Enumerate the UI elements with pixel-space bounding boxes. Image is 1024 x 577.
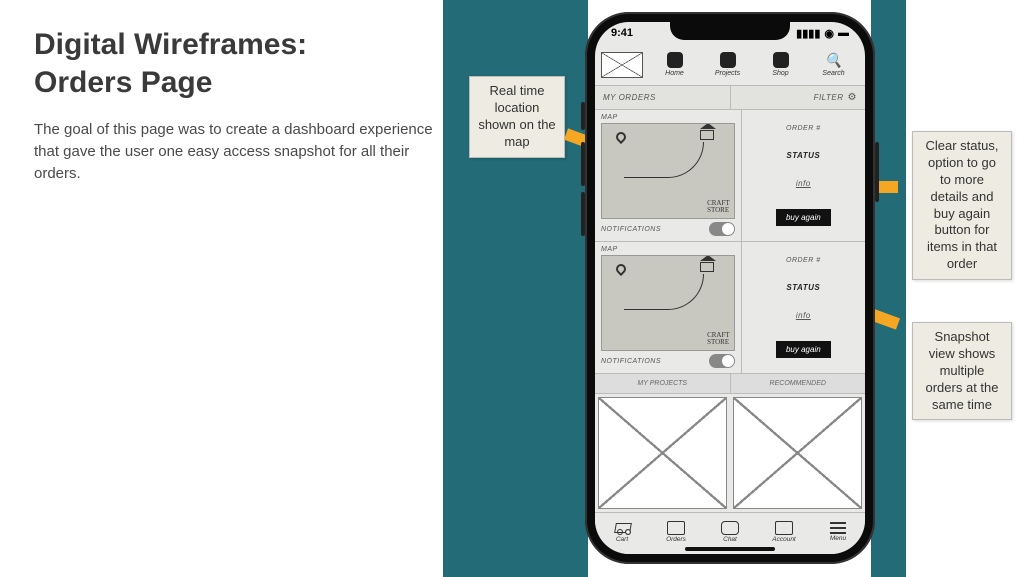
phone-status-bar: 9:41 ▮▮▮▮ ◉ ▬ <box>595 22 865 44</box>
nav-chat-label: Chat <box>723 536 737 543</box>
wifi-icon: ◉ <box>824 27 834 40</box>
nav-shop[interactable]: Shop <box>755 52 806 77</box>
slide-title: Digital Wireframes: Orders Page <box>34 26 434 101</box>
map-home-icon <box>700 130 714 140</box>
search-icon: 🔍 <box>826 52 842 68</box>
slide-description: The goal of this page was to create a da… <box>34 119 434 184</box>
battery-icon: ▬ <box>838 27 849 39</box>
top-nav: Home Projects Shop 🔍 Search <box>595 44 865 86</box>
order-map[interactable]: CRAFT STORE <box>601 255 735 351</box>
buy-again-button[interactable]: buy again <box>776 341 831 358</box>
order-info-link[interactable]: info <box>796 311 811 320</box>
order-number-label: ORDER # <box>786 125 821 132</box>
projects-grid <box>595 394 865 512</box>
callout-status: Clear status, option to go to more detai… <box>912 131 1012 280</box>
order-card: MAP CRAFT STORE NOTIFICATIONS <box>595 110 865 242</box>
nav-cart[interactable]: Cart <box>595 513 649 550</box>
menu-icon <box>830 522 846 534</box>
order-map[interactable]: CRAFT STORE <box>601 123 735 219</box>
nav-menu-label: Menu <box>830 535 846 542</box>
order-number-label: ORDER # <box>786 257 821 264</box>
nav-projects[interactable]: Projects <box>702 52 753 77</box>
nav-orders-label: Orders <box>666 536 686 543</box>
home-icon <box>667 52 683 68</box>
shop-icon <box>773 52 789 68</box>
my-projects-heading: MY PROJECTS <box>595 374 731 393</box>
nav-chat[interactable]: Chat <box>703 513 757 550</box>
notifications-toggle[interactable] <box>709 354 735 368</box>
nav-shop-label: Shop <box>772 70 788 77</box>
nav-home-label: Home <box>665 70 684 77</box>
notifications-label: NOTIFICATIONS <box>601 226 661 233</box>
phone-time: 9:41 <box>611 27 633 39</box>
slide-text-block: Digital Wireframes: Orders Page The goal… <box>34 26 434 184</box>
map-label: MAP <box>601 246 735 253</box>
order-info-link[interactable]: info <box>796 179 811 188</box>
notifications-label: NOTIFICATIONS <box>601 358 661 365</box>
map-store-label: CRAFT STORE <box>707 200 730 214</box>
phone-mockup: 9:41 ▮▮▮▮ ◉ ▬ Home Projects <box>585 12 875 564</box>
nav-projects-label: Projects <box>715 70 740 77</box>
projects-icon <box>720 52 736 68</box>
buy-again-button[interactable]: buy again <box>776 209 831 226</box>
orders-section-bar: MY ORDERS FILTER ⚙ <box>595 86 865 110</box>
notifications-toggle[interactable] <box>709 222 735 236</box>
nav-account[interactable]: Account <box>757 513 811 550</box>
nav-search[interactable]: 🔍 Search <box>808 52 859 77</box>
orders-icon <box>667 521 685 535</box>
account-icon <box>775 521 793 535</box>
app-logo[interactable] <box>601 52 643 78</box>
map-label: MAP <box>601 114 735 121</box>
map-store-label: CRAFT STORE <box>707 332 730 346</box>
nav-menu[interactable]: Menu <box>811 513 865 550</box>
nav-orders[interactable]: Orders <box>649 513 703 550</box>
order-status-label: STATUS <box>786 151 820 160</box>
project-placeholder[interactable] <box>598 397 727 509</box>
nav-home[interactable]: Home <box>649 52 700 77</box>
my-orders-heading: MY ORDERS <box>595 86 731 109</box>
callout-map: Real time location shown on the map <box>469 76 565 158</box>
filter-icon: ⚙ <box>848 92 857 103</box>
nav-account-label: Account <box>772 536 796 543</box>
callout-snapshot: Snapshot view shows multiple orders at t… <box>912 322 1012 420</box>
projects-section-bar: MY PROJECTS RECOMMENDED <box>595 374 865 394</box>
project-placeholder[interactable] <box>733 397 862 509</box>
map-route <box>624 142 704 178</box>
nav-search-label: Search <box>822 70 844 77</box>
recommended-heading: RECOMMENDED <box>731 374 866 393</box>
map-home-icon <box>700 262 714 272</box>
decorative-teal-bar-right <box>871 0 906 577</box>
order-status-label: STATUS <box>786 283 820 292</box>
chat-icon <box>721 521 739 535</box>
home-indicator <box>685 547 775 551</box>
nav-cart-label: Cart <box>616 536 628 543</box>
map-route <box>624 274 704 310</box>
filter-button[interactable]: FILTER ⚙ <box>731 86 866 109</box>
cart-icon <box>613 521 631 535</box>
order-card: MAP CRAFT STORE NOTIFICATIONS <box>595 242 865 374</box>
signal-icon: ▮▮▮▮ <box>796 27 820 40</box>
filter-label: FILTER <box>814 93 844 102</box>
